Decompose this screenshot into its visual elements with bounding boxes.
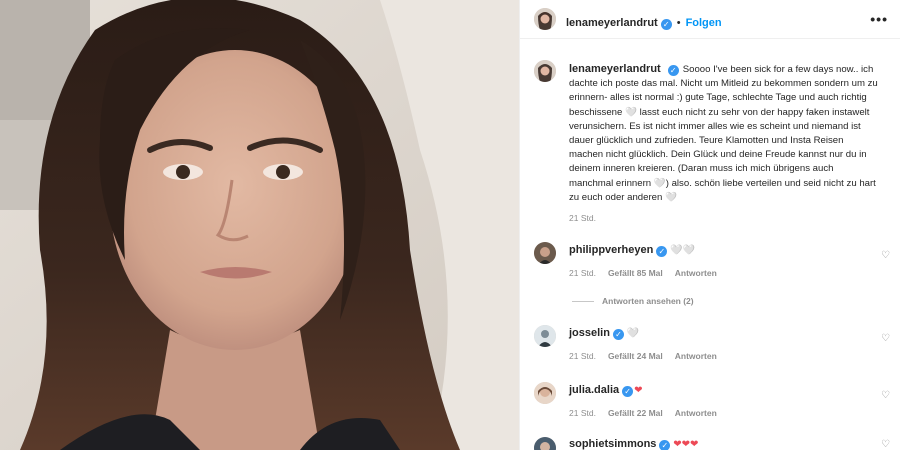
view-replies-label: Antworten ansehen (2) bbox=[602, 296, 694, 306]
comment-likes[interactable]: Gefällt 24 Mal bbox=[608, 351, 663, 361]
commenter-avatar-image bbox=[534, 242, 556, 264]
verified-badge-icon: ✓ bbox=[659, 440, 671, 450]
comment-time[interactable]: 21 Std. bbox=[569, 351, 596, 361]
comment-text: 🤍🤍 bbox=[670, 245, 696, 256]
commenter-username[interactable]: sophietsimmons bbox=[569, 438, 656, 450]
comment-body: philippverheyen ✓ 🤍🤍 bbox=[569, 244, 695, 257]
comment-body: julia.dalia ✓ ❤ bbox=[569, 384, 643, 397]
verified-badge-icon: ✓ bbox=[612, 329, 624, 340]
post-side-panel: lenameyerlandrut ✓ • Folgen ••• lenameyerla… bbox=[520, 0, 900, 450]
heart-icon[interactable]: ♡ bbox=[881, 390, 890, 401]
verified-badge-icon: ✓ bbox=[660, 19, 672, 30]
commenter-avatar[interactable] bbox=[534, 325, 556, 347]
commenter-avatar[interactable] bbox=[534, 382, 556, 404]
commenter-avatar[interactable] bbox=[534, 437, 556, 450]
view-replies-button[interactable]: Antworten ansehen (2) bbox=[572, 296, 694, 306]
commenter-avatar-image bbox=[534, 382, 556, 404]
verified-badge-icon: ✓ bbox=[667, 65, 679, 76]
heart-icon[interactable]: ♡ bbox=[881, 333, 890, 344]
commenter-username[interactable]: josselin bbox=[569, 327, 610, 339]
verified-badge-icon: ✓ bbox=[656, 246, 668, 257]
portrait-image bbox=[0, 0, 519, 450]
caption-author-avatar[interactable] bbox=[534, 60, 556, 82]
caption-text: Soooo I've been sick for a few days now.… bbox=[569, 64, 878, 203]
comment-body: sophietsimmons ✓ ❤❤❤ bbox=[569, 438, 698, 450]
commenter-avatar-image bbox=[534, 325, 556, 347]
author-avatar-image bbox=[534, 8, 556, 30]
comment-likes[interactable]: Gefällt 85 Mal bbox=[608, 268, 663, 278]
more-options-icon[interactable]: ••• bbox=[870, 11, 888, 27]
heart-icon[interactable]: ♡ bbox=[881, 250, 890, 261]
comment-time[interactable]: 21 Std. bbox=[569, 268, 596, 278]
verified-badge-icon: ✓ bbox=[622, 386, 634, 397]
follow-button[interactable]: Folgen bbox=[686, 17, 722, 29]
post-caption: lenameyerlandrut ✓ Soooo I've been sick fo… bbox=[569, 62, 879, 205]
comment-meta: 21 Std. Gefällt 22 Mal Antworten bbox=[569, 408, 729, 418]
comment-text: ❤ bbox=[634, 385, 643, 396]
post-header: lenameyerlandrut ✓ • Folgen ••• bbox=[520, 0, 900, 39]
comment-likes[interactable]: Gefällt 22 Mal bbox=[608, 408, 663, 418]
commenter-avatar-image bbox=[534, 437, 556, 450]
comment-text: 🤍 bbox=[626, 328, 640, 339]
author-username[interactable]: lenameyerlandrut bbox=[566, 17, 658, 29]
post-photo[interactable] bbox=[0, 0, 519, 450]
replies-line bbox=[572, 301, 594, 303]
comment-reply-button[interactable]: Antworten bbox=[675, 408, 717, 418]
separator-dot: • bbox=[676, 17, 681, 29]
commenter-avatar[interactable] bbox=[534, 242, 556, 264]
comment-item: josselin ✓ 🤍 21 Std. Gefällt 24 Mal Antwort… bbox=[520, 325, 900, 375]
commenter-username[interactable]: philippverheyen bbox=[569, 244, 653, 256]
heart-icon[interactable]: ♡ bbox=[881, 439, 890, 450]
comment-time[interactable]: 21 Std. bbox=[569, 408, 596, 418]
comment-item: philippverheyen ✓ 🤍🤍 21 Std. Gefällt 85 Ma… bbox=[520, 242, 900, 292]
comment-item: sophietsimmons ✓ ❤❤❤ ♡ bbox=[520, 437, 900, 450]
comment-body: josselin ✓ 🤍 bbox=[569, 327, 639, 340]
caption-username[interactable]: lenameyerlandrut bbox=[569, 63, 661, 75]
comment-meta: 21 Std. Gefällt 85 Mal Antworten bbox=[569, 268, 729, 278]
caption-time[interactable]: 21 Std. bbox=[569, 213, 596, 223]
comment-text: ❤❤❤ bbox=[673, 439, 699, 450]
author-avatar[interactable] bbox=[534, 8, 556, 30]
commenter-username[interactable]: julia.dalia bbox=[569, 384, 619, 396]
comment-meta: 21 Std. Gefällt 24 Mal Antworten bbox=[569, 351, 729, 361]
comment-item: julia.dalia ✓ ❤ 21 Std. Gefällt 22 Mal Antwo… bbox=[520, 382, 900, 432]
comment-reply-button[interactable]: Antworten bbox=[675, 268, 717, 278]
comment-reply-button[interactable]: Antworten bbox=[675, 351, 717, 361]
caption-avatar-image bbox=[534, 60, 556, 82]
